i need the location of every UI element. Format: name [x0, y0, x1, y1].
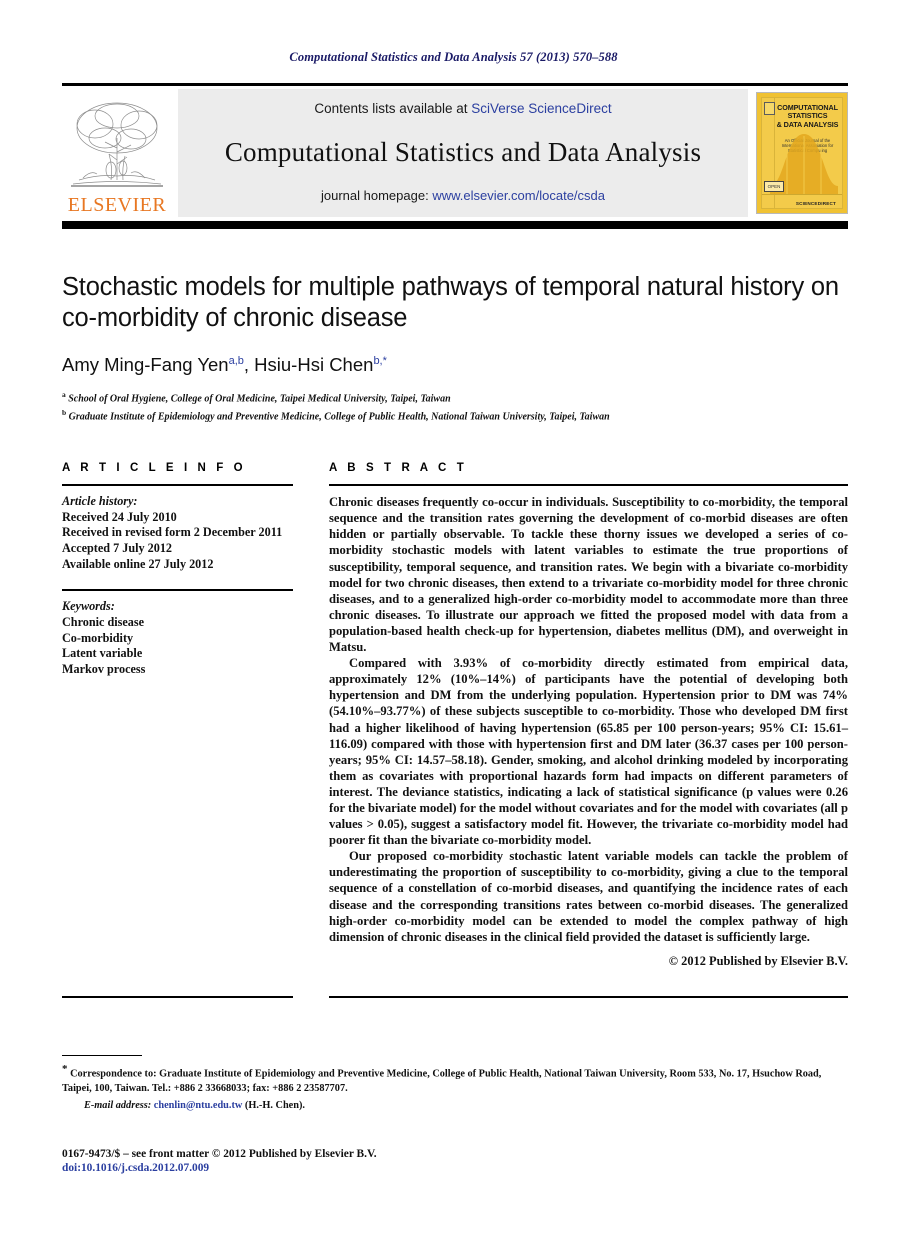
affiliation-b-text: Graduate Institute of Epidemiology and P…: [68, 411, 610, 423]
running-head: Computational Statistics and Data Analys…: [289, 50, 618, 64]
contents-available-line: Contents lists available at SciVerse Sci…: [314, 101, 611, 116]
affiliation-b: b Graduate Institute of Epidemiology and…: [62, 406, 848, 424]
footnote-star-marker: *: [62, 1063, 68, 1076]
journal-header: ELSEVIER Contents lists available at Sci…: [62, 83, 848, 229]
journal-homepage-line: journal homepage: www.elsevier.com/locat…: [321, 188, 605, 203]
article-history-item: Available online 27 July 2012: [62, 556, 214, 571]
article-history-block: Article history: Received 24 July 2010 R…: [62, 494, 293, 572]
abstract-heading: A B S T R A C T: [329, 462, 468, 474]
article-info-column: A R T I C L E I N F O Article history: R…: [62, 462, 293, 969]
article-history-label: Article history:: [62, 494, 138, 509]
email-line: E-mail address: chenlin@ntu.edu.tw (H.-H…: [62, 1100, 848, 1111]
article-history-item: Received 24 July 2010: [62, 509, 177, 524]
title-block: Stochastic models for multiple pathways …: [62, 272, 848, 425]
keyword-item: Latent variable: [62, 646, 143, 661]
journal-banner: Contents lists available at SciVerse Sci…: [178, 89, 748, 217]
elsevier-wordmark: ELSEVIER: [67, 194, 167, 216]
cover-bottom-bar: SCIENCEDIRECT: [762, 194, 842, 208]
article-info-rule: [62, 484, 293, 487]
journal-homepage-link[interactable]: www.elsevier.com/locate/csda: [432, 188, 605, 203]
article-history-item: Accepted 7 July 2012: [62, 540, 173, 555]
keyword-item: Co-morbidity: [62, 630, 134, 645]
cover-publisher-badge-icon: [763, 102, 775, 115]
correspondence-address: Correspondence to: Graduate Institute of…: [62, 1068, 822, 1095]
abstract-paragraph: Compared with 3.93% of co-morbidity dire…: [329, 656, 848, 848]
article-history-item: Received in revised form 2 December 2011: [62, 525, 283, 540]
header-top-rule: [62, 83, 848, 86]
journal-article-page: Computational Statistics and Data Analys…: [0, 0, 907, 1238]
correspondence-footnote: * Correspondence to: Graduate Institute …: [62, 1055, 848, 1111]
affiliation-a: a School of Oral Hygiene, College of Ora…: [62, 388, 848, 406]
author-separator: ,: [243, 354, 255, 375]
footnote-rule: [62, 1055, 142, 1057]
journal-cover-thumbnail: COMPUTATIONAL STATISTICS & DATA ANALYSIS…: [756, 92, 848, 214]
abstract-paragraph: Our proposed co-morbidity stochastic lat…: [329, 849, 848, 944]
sciencedirect-link[interactable]: SciVerse ScienceDirect: [471, 101, 611, 116]
cover-title: COMPUTATIONAL STATISTICS & DATA ANALYSIS: [776, 103, 839, 129]
affiliation-a-text: School of Oral Hygiene, College of Oral …: [68, 393, 451, 405]
author-2-name: Hsiu-Hsi Chen: [254, 354, 374, 375]
author-1-name: Amy Ming-Fang Yen: [62, 354, 229, 375]
page-title: Stochastic models for multiple pathways …: [62, 273, 839, 332]
doi-link[interactable]: doi:10.1016/j.csda.2012.07.009: [62, 1162, 848, 1174]
bottom-rule-right: [329, 996, 848, 999]
abstract-body: Chronic diseases frequently co-occur in …: [329, 494, 848, 945]
keywords-block: Keywords: Chronic disease Co-morbidity L…: [62, 599, 293, 677]
cover-bottom-text: SCIENCEDIRECT: [795, 201, 836, 206]
abstract-copyright: © 2012 Published by Elsevier B.V.: [668, 953, 848, 968]
author-list: Amy Ming-Fang Yena,b, Hsiu-Hsi Chenb,*: [62, 354, 848, 376]
affiliation-a-marker: a: [62, 390, 66, 399]
elsevier-tree-icon: [71, 102, 163, 187]
info-abstract-columns: A R T I C L E I N F O Article history: R…: [62, 462, 848, 969]
cover-inner: COMPUTATIONAL STATISTICS & DATA ANALYSIS…: [761, 97, 843, 209]
article-info-heading: A R T I C L E I N F O: [62, 462, 247, 474]
keywords-rule: [62, 589, 293, 592]
author-1-affiliation-marker: a,b: [228, 354, 244, 367]
email-owner: (H.-H. Chen).: [244, 1099, 305, 1111]
issn-frontmatter-line: 0167-9473/$ – see front matter © 2012 Pu…: [62, 1148, 377, 1160]
header-bottom-rule: [62, 221, 848, 229]
abstract-paragraph: Chronic diseases frequently co-occur in …: [329, 495, 848, 655]
author-2-affiliation-marker: b,*: [373, 354, 387, 367]
abstract-rule: [329, 484, 848, 487]
section-bottom-rules: [62, 996, 848, 999]
abstract-column: A B S T R A C T Chronic diseases frequen…: [329, 462, 848, 969]
affiliation-list: a School of Oral Hygiene, College of Ora…: [62, 388, 848, 425]
elsevier-logo: ELSEVIER: [62, 89, 172, 217]
bottom-rule-left: [62, 996, 293, 999]
homepage-prefix: journal homepage:: [321, 188, 433, 203]
keyword-item: Markov process: [62, 661, 146, 676]
journal-title: Computational Statistics and Data Analys…: [224, 136, 702, 167]
keyword-item: Chronic disease: [62, 614, 145, 629]
email-label: E-mail address:: [84, 1099, 152, 1111]
page-footer: 0167-9473/$ – see front matter © 2012 Pu…: [62, 1148, 848, 1174]
contents-prefix: Contents lists available at: [314, 101, 472, 116]
correspondence-text: * Correspondence to: Graduate Institute …: [62, 1062, 848, 1096]
affiliation-b-marker: b: [62, 408, 67, 418]
keywords-label: Keywords:: [62, 599, 115, 614]
email-link[interactable]: chenlin@ntu.edu.tw: [154, 1100, 243, 1111]
cover-open-access-badge: OPEN: [764, 181, 784, 192]
